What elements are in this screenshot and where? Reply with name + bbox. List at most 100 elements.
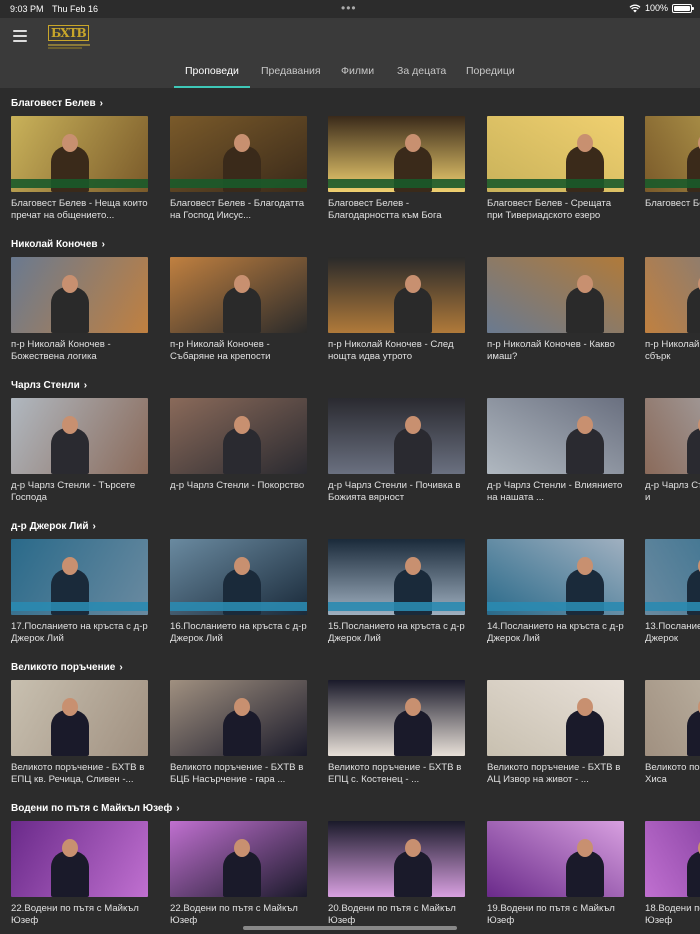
video-card[interactable]: Великото поръчение - БХТВ в БЦБ Насърчен… [170, 680, 307, 785]
video-title: Великото поръчение - БХТВ в ЕПЦ с. Косте… [328, 762, 462, 785]
video-card[interactable]: Благовест Белев - Неща които пречат на о… [11, 116, 148, 221]
content-area[interactable]: Благовест Белев › Благовест Белев - Неща к… [0, 88, 700, 934]
hamburger-menu-icon[interactable] [13, 30, 27, 42]
section-3: Чарлз Стенли › д-р Чарлз Стенли - Търсете … [0, 380, 700, 521]
section-title-text: Великото поръчение [11, 662, 116, 673]
section-title-text: Николай Коночев [11, 239, 98, 250]
video-card[interactable]: 22.Водени по пътя с Майкъл Юзеф [170, 821, 307, 926]
video-row[interactable]: Благовест Белев - Неща които пречат на о… [11, 116, 700, 236]
video-card[interactable]: 14.Посланието на кръста с д-р Джерок Лий [487, 539, 624, 644]
video-title: Благовест Белев - Благодарността към Бог… [328, 198, 442, 221]
video-card[interactable]: п-р Николай Коночев - нещо сбърк [645, 257, 700, 362]
video-card[interactable]: Великото поръчение - БХТВ в АЦ Извор на … [487, 680, 624, 785]
section-5: Великото поръчение › Великото поръчение - … [0, 662, 700, 803]
section-title[interactable]: Чарлз Стенли › [11, 380, 87, 391]
video-card[interactable]: 18.Водени по пътя с Майкъл Юзеф [645, 821, 700, 926]
video-card[interactable]: п-р Николай Коночев - Събаряне на крепос… [170, 257, 307, 362]
video-row[interactable]: п-р Николай Коночев - Божествена логика п… [11, 257, 700, 377]
video-row[interactable]: Великото поръчение - БХТВ в ЕПЦ кв. Речи… [11, 680, 700, 800]
video-title: 16.Посланието на кръста с д-р Джерок Лий [170, 621, 307, 644]
video-title: п-р Николай Коночев - Събаряне на крепос… [170, 339, 271, 362]
video-card[interactable]: п-р Николай Коночев - Божествена логика [11, 257, 148, 362]
video-card[interactable]: д-р Чарлз Стенли - Почивка в Божията вяр… [328, 398, 465, 503]
video-thumbnail [170, 257, 307, 333]
video-thumbnail [170, 821, 307, 897]
video-thumbnail [328, 257, 465, 333]
video-card[interactable]: 16.Посланието на кръста с д-р Джерок Лий [170, 539, 307, 644]
video-thumbnail [645, 398, 700, 474]
video-title: д-р Чарлз Стенли - Търсете Господа [11, 480, 136, 503]
video-thumbnail [11, 257, 148, 333]
video-card[interactable]: д-р Чарлз Стенли - Влиянието на нашата .… [487, 398, 624, 503]
chevron-right-icon: › [101, 239, 105, 250]
video-card[interactable]: п-р Николай Коночев - След нощта идва ут… [328, 257, 465, 362]
video-title: Великото поръчение - БХТВ в БЦБ Насърчен… [170, 762, 304, 785]
video-thumbnail [170, 539, 307, 615]
video-card[interactable]: Великото поръчение - в ЕПЦ Хиса [645, 680, 700, 785]
video-title: п-р Николай Коночев - След нощта идва ут… [328, 339, 454, 362]
tab-3[interactable]: Филми [341, 65, 374, 77]
video-title: 18.Водени по пътя с Майкъл Юзеф [645, 903, 700, 926]
video-thumbnail [11, 821, 148, 897]
video-card[interactable]: д-р Чарлз Стенли - за нашето и [645, 398, 700, 503]
video-row[interactable]: 17.Посланието на кръста с д-р Джерок Лий… [11, 539, 700, 659]
bhtv-logo[interactable]: БХТВ [48, 24, 90, 49]
video-title: 19.Водени по пътя с Майкъл Юзеф [487, 903, 615, 926]
video-title: Великото поръчение - в ЕПЦ Хиса [645, 762, 700, 785]
video-card[interactable]: Благовест Белев - Срещата при Тивериадск… [487, 116, 624, 221]
section-6: Водени по пътя с Майкъл Юзеф › 22.Водени п… [0, 803, 700, 934]
tab-2[interactable]: Предавания [261, 65, 321, 77]
section-title[interactable]: Николай Коночев › [11, 239, 105, 250]
video-thumbnail [328, 821, 465, 897]
status-time: 9:03 PM [10, 4, 44, 14]
video-card[interactable]: п-р Николай Коночев - Какво имаш? [487, 257, 624, 362]
video-title: Великото поръчение - БХТВ в АЦ Извор на … [487, 762, 621, 785]
video-card[interactable]: 20.Водени по пътя с Майкъл Юзеф [328, 821, 465, 926]
section-4: д-р Джерок Лий › 17.Посланието на кръста с… [0, 521, 700, 662]
video-row[interactable]: 22.Водени по пътя с Майкъл Юзеф 22.Водени… [11, 821, 700, 934]
video-card[interactable]: Благовест Белев - чистите по [645, 116, 700, 221]
video-card[interactable]: д-р Чарлз Стенли - Покорство [170, 398, 307, 503]
video-title: Благовест Белев - Неща които пречат на о… [11, 198, 148, 221]
multitasking-dots-icon[interactable]: ••• [341, 1, 357, 15]
tab-4[interactable]: За децата [397, 65, 446, 77]
status-date: Thu Feb 16 [52, 4, 99, 14]
video-title: п-р Николай Коночев - Какво имаш? [487, 339, 615, 362]
chevron-right-icon: › [176, 803, 180, 814]
section-title[interactable]: Водени по пътя с Майкъл Юзеф › [11, 803, 180, 814]
video-card[interactable]: 19.Водени по пътя с Майкъл Юзеф [487, 821, 624, 926]
section-title[interactable]: Благовест Белев › [11, 98, 103, 109]
video-card[interactable]: Великото поръчение - БХТВ в ЕПЦ кв. Речи… [11, 680, 148, 785]
video-card[interactable]: 17.Посланието на кръста с д-р Джерок Лий [11, 539, 148, 644]
video-card[interactable]: д-р Чарлз Стенли - Търсете Господа [11, 398, 148, 503]
video-thumbnail [645, 539, 700, 615]
video-card[interactable]: 22.Водени по пътя с Майкъл Юзеф [11, 821, 148, 926]
video-title: д-р Чарлз Стенли - Влиянието на нашата .… [487, 480, 623, 503]
section-title-text: Водени по пътя с Майкъл Юзеф [11, 803, 173, 814]
video-card[interactable]: Благовест Белев - Благодарността към Бог… [328, 116, 465, 221]
app-header: БХТВ Проповеди Предавания Филми За децата По… [0, 18, 700, 88]
video-title: 14.Посланието на кръста с д-р Джерок Лий [487, 621, 624, 644]
home-indicator[interactable] [243, 926, 457, 930]
video-thumbnail [487, 116, 624, 192]
video-thumbnail [645, 116, 700, 192]
video-thumbnail [487, 680, 624, 756]
video-row[interactable]: д-р Чарлз Стенли - Търсете Господа д-р Ча… [11, 398, 700, 518]
chevron-right-icon: › [92, 521, 96, 532]
section-title[interactable]: д-р Джерок Лий › [11, 521, 96, 532]
video-title: Благовест Белев - Благодатта на Господ И… [170, 198, 305, 221]
video-title: 13.Посланието на кръста с д-р Джерок [645, 621, 700, 644]
section-title-text: д-р Джерок Лий [11, 521, 89, 532]
video-card[interactable]: 13.Посланието на кръста с д-р Джерок [645, 539, 700, 644]
section-title-text: Благовест Белев [11, 98, 96, 109]
chevron-right-icon: › [119, 662, 123, 673]
video-card[interactable]: 15.Посланието на кръста с д-р Джерок Лий [328, 539, 465, 644]
video-title: Благовест Белев - чистите по [645, 198, 700, 209]
section-title[interactable]: Великото поръчение › [11, 662, 123, 673]
video-card[interactable]: Великото поръчение - БХТВ в ЕПЦ с. Косте… [328, 680, 465, 785]
video-title: д-р Чарлз Стенли - Покорство [170, 480, 305, 491]
tab-1[interactable]: Проповеди [185, 65, 239, 77]
video-thumbnail [11, 539, 148, 615]
tab-5[interactable]: Поредици [466, 65, 515, 77]
video-card[interactable]: Благовест Белев - Благодатта на Господ И… [170, 116, 307, 221]
